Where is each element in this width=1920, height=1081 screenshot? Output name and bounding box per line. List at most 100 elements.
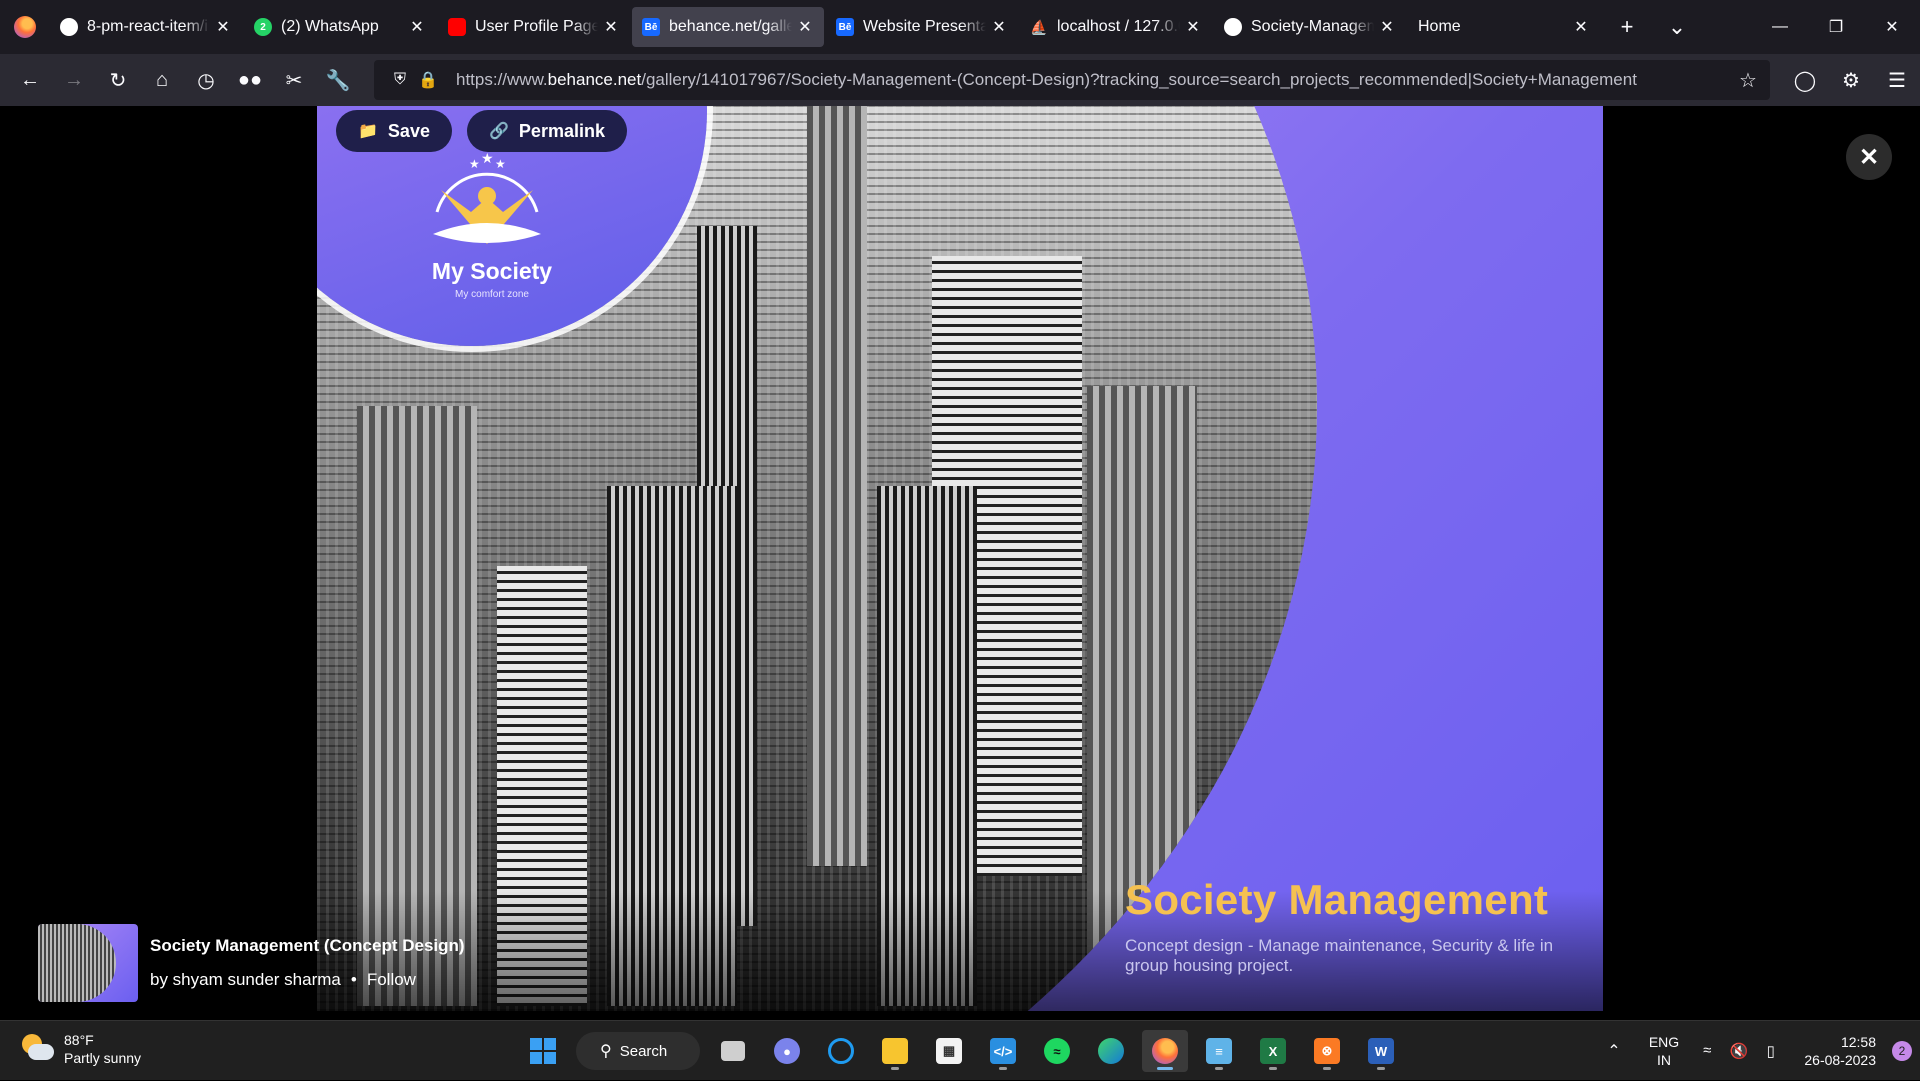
tab-label: Home xyxy=(1418,18,1461,35)
project-owner-info: Society Management (Concept Design) by s… xyxy=(38,924,465,1002)
svg-text:★: ★ xyxy=(481,152,494,166)
edge-icon xyxy=(1098,1038,1124,1064)
owner-text: Society Management (Concept Design) by s… xyxy=(150,936,465,990)
github-icon xyxy=(60,18,78,36)
tab-6[interactable]: ⛵ localhost / 127.0.0 ✕ xyxy=(1020,7,1212,47)
tab-label: behance.net/galle xyxy=(669,18,792,35)
tab-7[interactable]: Society-Managem ✕ xyxy=(1214,7,1406,47)
home-icon[interactable]: ⌂ xyxy=(140,58,184,102)
excel-button[interactable]: X xyxy=(1250,1030,1296,1072)
extensions-icon[interactable]: ⚙ xyxy=(1828,58,1874,102)
follow-link[interactable]: Follow xyxy=(367,970,416,989)
folder-icon xyxy=(882,1038,908,1064)
save-button[interactable]: 📁 Save xyxy=(336,110,452,152)
system-tray: ⌃ ENG IN ≈ 🔇 ▯ 12:58 26-08-2023 2 xyxy=(1594,1021,1920,1081)
close-tab-icon[interactable]: ✕ xyxy=(408,17,426,37)
store-icon: ▦ xyxy=(936,1038,962,1064)
folder-icon: 📁 xyxy=(358,123,378,140)
close-icon[interactable]: ✕ xyxy=(1846,134,1892,180)
url-domain: behance.net xyxy=(547,70,642,89)
firefox-menu-icon[interactable] xyxy=(0,0,50,54)
weather-desc: Partly sunny xyxy=(64,1050,142,1066)
tab-label: Society-Managem xyxy=(1251,18,1374,35)
bookmark-star-icon[interactable]: ☆ xyxy=(1726,68,1770,93)
close-tab-icon[interactable]: ✕ xyxy=(796,17,814,37)
project-title[interactable]: Society Management (Concept Design) xyxy=(150,936,465,956)
tab-label: User Profile Page xyxy=(475,18,598,35)
tracking-shield-icon[interactable]: ⛨ xyxy=(386,71,414,89)
tab-5[interactable]: Bē Website Presentati ✕ xyxy=(826,7,1018,47)
permalink-button[interactable]: 🔗 Permalink xyxy=(467,110,627,152)
close-tab-icon[interactable]: ✕ xyxy=(1184,17,1202,37)
history-icon[interactable]: ◷ xyxy=(184,58,228,102)
close-tab-icon[interactable]: ✕ xyxy=(214,17,232,37)
notification-badge: 2 xyxy=(1892,1041,1912,1061)
vscode-button[interactable]: </> xyxy=(980,1030,1026,1072)
taskbar: 88°F Partly sunny ⚲ Search ● ▦ </> ≈ ≡ X … xyxy=(0,1020,1920,1080)
screenshot-icon[interactable]: ✂ xyxy=(272,58,316,102)
language-code: ENG xyxy=(1648,1034,1680,1050)
close-tab-icon[interactable]: ✕ xyxy=(602,17,620,37)
tab-4[interactable]: Bē behance.net/galle ✕ xyxy=(632,7,824,47)
taskbar-search[interactable]: ⚲ Search xyxy=(576,1032,700,1070)
task-view-button[interactable] xyxy=(710,1030,756,1072)
back-icon[interactable]: ← xyxy=(8,58,52,102)
notepad-icon: ≡ xyxy=(1206,1038,1232,1064)
restore-icon[interactable]: ❐ xyxy=(1808,0,1864,54)
address-bar[interactable]: ⛨ 🔒 https://www.behance.net/gallery/1410… xyxy=(374,60,1770,100)
pocket-icon[interactable]: ◯ xyxy=(1782,58,1828,102)
teams-chat-button[interactable]: ● xyxy=(764,1030,810,1072)
behance-icon: Bē xyxy=(836,18,854,36)
show-hidden-icons-chevron-icon[interactable]: ⌃ xyxy=(1594,1041,1634,1061)
window-controls: — ❐ ✕ xyxy=(1752,0,1920,54)
project-thumbnail[interactable] xyxy=(38,924,138,1002)
spotify-icon: ≈ xyxy=(1044,1038,1070,1064)
close-tab-icon[interactable]: ✕ xyxy=(1572,17,1590,37)
notepad-button[interactable]: ≡ xyxy=(1196,1030,1242,1072)
tab-list: 8-pm-react-item/i ✕ 2 (2) WhatsApp ✕ User Pro… xyxy=(50,0,1602,54)
notification-center[interactable]: 2 xyxy=(1884,1041,1920,1061)
tab-list-chevron-icon[interactable]: ⌄ xyxy=(1652,14,1702,40)
language-indicator[interactable]: ENG IN xyxy=(1634,1033,1694,1069)
tab-2[interactable]: 2 (2) WhatsApp ✕ xyxy=(244,7,436,47)
file-explorer-button[interactable] xyxy=(872,1030,918,1072)
lock-icon[interactable]: 🔒 xyxy=(414,70,442,90)
cortana-button[interactable] xyxy=(818,1030,864,1072)
speaker-muted-icon: 🔇 xyxy=(1729,1043,1749,1060)
firefox-button[interactable] xyxy=(1142,1030,1188,1072)
spotify-button[interactable]: ≈ xyxy=(1034,1030,1080,1072)
github-icon xyxy=(1224,18,1242,36)
edge-button[interactable] xyxy=(1088,1030,1134,1072)
owner-byline: by shyam sunder sharma • Follow xyxy=(150,970,465,990)
store-button[interactable]: ▦ xyxy=(926,1030,972,1072)
minimize-icon[interactable]: — xyxy=(1752,0,1808,54)
quick-settings[interactable]: ≈ 🔇 ▯ xyxy=(1694,1042,1784,1060)
tab-3[interactable]: User Profile Page ✕ xyxy=(438,7,630,47)
author-link[interactable]: by shyam sunder sharma xyxy=(150,970,341,989)
new-tab-icon[interactable]: + xyxy=(1602,14,1652,40)
tab-label: Website Presentati xyxy=(863,18,986,35)
logo-title: My Society xyxy=(431,258,553,284)
word-button[interactable]: W xyxy=(1358,1030,1404,1072)
close-tab-icon[interactable]: ✕ xyxy=(1378,17,1396,37)
close-window-icon[interactable]: ✕ xyxy=(1864,0,1920,54)
private-mask-icon[interactable]: ●● xyxy=(228,58,272,102)
url-text[interactable]: https://www.behance.net/gallery/14101796… xyxy=(456,70,1637,90)
tab-8[interactable]: Home ✕ xyxy=(1408,7,1600,47)
forward-icon[interactable]: → xyxy=(52,58,96,102)
region-code: IN xyxy=(1657,1052,1671,1068)
tab-1[interactable]: 8-pm-react-item/i ✕ xyxy=(50,7,242,47)
permalink-label: Permalink xyxy=(518,120,605,141)
start-button[interactable] xyxy=(520,1030,566,1072)
reload-icon[interactable]: ↻ xyxy=(96,58,140,102)
clock[interactable]: 12:58 26-08-2023 xyxy=(1784,1033,1884,1069)
menu-hamburger-icon[interactable]: ☰ xyxy=(1874,58,1920,102)
project-headline-block: Society Management Concept design - Mana… xyxy=(1125,876,1565,976)
xampp-button[interactable]: ⊗ xyxy=(1304,1030,1350,1072)
word-icon: W xyxy=(1368,1038,1394,1064)
weather-temp: 88°F xyxy=(64,1032,94,1048)
tools-wrench-icon[interactable]: 🔧 xyxy=(316,58,360,102)
svg-text:★: ★ xyxy=(495,157,506,171)
close-tab-icon[interactable]: ✕ xyxy=(990,17,1008,37)
weather-widget[interactable]: 88°F Partly sunny xyxy=(20,1031,141,1067)
